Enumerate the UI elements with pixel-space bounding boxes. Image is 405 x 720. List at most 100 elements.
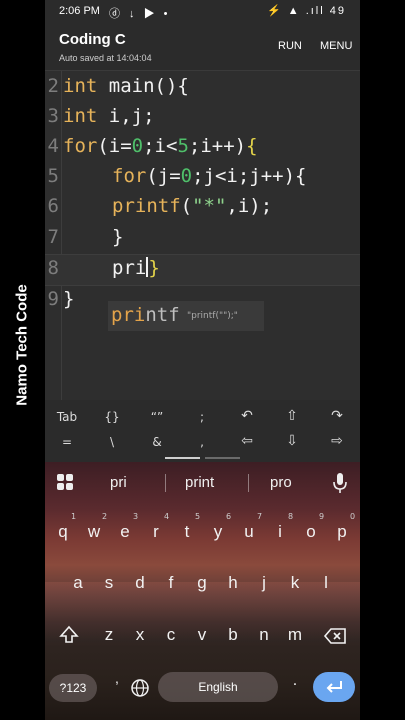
key-a[interactable]: a <box>64 573 92 593</box>
keyboard-suggestion[interactable]: print <box>185 474 214 491</box>
key-hint: 4 <box>164 512 170 521</box>
line-number: 4 <box>47 135 59 157</box>
arrow-left-icon[interactable]: ⇦ <box>227 433 267 449</box>
gutter-divider <box>61 71 62 401</box>
app-bar: Coding C Auto saved at 14:04:04 RUN MENU <box>45 24 360 70</box>
line-number: 2 <box>47 75 59 97</box>
key-hint: 9 <box>319 512 325 521</box>
braces-key[interactable]: {} <box>92 410 132 424</box>
code-line: } <box>63 288 75 310</box>
semicolon-key[interactable]: ; <box>182 410 222 424</box>
autosave-status: Auto saved at 14:04:04 <box>59 53 152 63</box>
key-w[interactable]: w <box>80 522 108 542</box>
enter-icon <box>326 681 342 693</box>
backspace-icon[interactable] <box>323 627 347 645</box>
key-hint: 5 <box>195 512 201 521</box>
microphone-icon[interactable] <box>333 472 347 494</box>
key-l[interactable]: l <box>312 573 340 593</box>
key-m[interactable]: m <box>281 625 309 645</box>
arrow-down-icon[interactable]: ⇩ <box>272 433 312 449</box>
period-key[interactable]: . <box>281 672 309 690</box>
line-number: 5 <box>47 165 59 187</box>
key-k[interactable]: k <box>281 573 309 593</box>
arrow-right-icon[interactable]: ⇨ <box>317 433 357 449</box>
key-t[interactable]: t <box>173 522 201 542</box>
equals-key[interactable]: = <box>47 435 87 449</box>
comma-key[interactable]: , <box>182 435 222 449</box>
scroll-indicator-track <box>205 457 240 459</box>
phone-screen: 2:06 PM ⓓ ↓ ▶ • ⚡ ▲ .ıll 49 Coding C Aut… <box>45 0 360 720</box>
status-time: 2:06 PM <box>59 5 100 17</box>
key-u[interactable]: u <box>235 522 263 542</box>
key-i[interactable]: i <box>266 522 294 542</box>
symbol-toolbar: Tab {} “” ; ↶ ⇧ ↷ = \ & , ⇦ ⇩ ⇨ <box>45 400 360 462</box>
run-button[interactable]: RUN <box>278 40 302 52</box>
key-s[interactable]: s <box>95 573 123 593</box>
autocomplete-suggestion[interactable]: printf "printf("");" <box>108 301 264 331</box>
code-line: printf("*",i); <box>112 195 273 217</box>
code-editor[interactable]: 2 3 4 5 6 7 8 9 int main(){ int i,j; for… <box>45 70 360 401</box>
watermark: Namo Tech Code <box>0 0 45 720</box>
ampersand-key[interactable]: & <box>137 435 177 449</box>
key-hint: 1 <box>71 512 77 521</box>
key-f[interactable]: f <box>157 573 185 593</box>
key-v[interactable]: v <box>188 625 216 645</box>
status-indicators: ⚡ ▲ .ıll 49 <box>267 5 346 17</box>
key-y[interactable]: y <box>204 522 232 542</box>
line-number: 3 <box>47 105 59 127</box>
code-line: for(i=0;i<5;i++){ <box>63 135 258 157</box>
suggestion-divider <box>165 474 166 492</box>
shift-icon[interactable] <box>59 625 79 645</box>
notification-icons: ⓓ ↓ ▶ • <box>109 8 171 20</box>
apps-grid-icon[interactable] <box>57 474 73 490</box>
line-number: 6 <box>47 195 59 217</box>
line-number: 8 <box>47 257 59 279</box>
scroll-indicator <box>165 457 200 459</box>
backslash-key[interactable]: \ <box>92 435 132 449</box>
numbers-key[interactable]: ?123 <box>49 674 97 702</box>
soft-keyboard: pri print pro q w e r t y u i o p 1 2 3 … <box>45 462 360 720</box>
key-hint: 3 <box>133 512 139 521</box>
watermark-text: Namo Tech Code <box>13 284 31 406</box>
code-line: } <box>112 226 124 248</box>
key-e[interactable]: e <box>111 522 139 542</box>
key-p[interactable]: p <box>328 522 356 542</box>
key-r[interactable]: r <box>142 522 170 542</box>
key-c[interactable]: c <box>157 625 185 645</box>
key-b[interactable]: b <box>219 625 247 645</box>
key-hint: 2 <box>102 512 108 521</box>
code-line: int main(){ <box>63 75 189 97</box>
status-bar: 2:06 PM ⓓ ↓ ▶ • ⚡ ▲ .ıll 49 <box>45 0 360 24</box>
key-q[interactable]: q <box>49 522 77 542</box>
suggestion-word: printf <box>111 304 180 326</box>
current-line-highlight <box>45 254 360 286</box>
code-line: for(j=0;j<i;j++){ <box>112 165 307 187</box>
keyboard-suggestion[interactable]: pro <box>270 474 292 491</box>
redo-icon[interactable]: ↷ <box>317 408 357 424</box>
key-hint: 6 <box>226 512 232 521</box>
space-bar[interactable]: English <box>158 672 278 702</box>
key-x[interactable]: x <box>126 625 154 645</box>
keyboard-suggestion[interactable]: pri <box>110 474 127 491</box>
key-n[interactable]: n <box>250 625 278 645</box>
key-hint: 8 <box>288 512 294 521</box>
key-hint: 7 <box>257 512 263 521</box>
key-o[interactable]: o <box>297 522 325 542</box>
arrow-up-icon[interactable]: ⇧ <box>272 408 312 424</box>
tab-key[interactable]: Tab <box>47 410 87 424</box>
app-title: Coding C <box>59 31 126 48</box>
key-g[interactable]: g <box>188 573 216 593</box>
key-h[interactable]: h <box>219 573 247 593</box>
key-j[interactable]: j <box>250 573 278 593</box>
suggestion-divider <box>248 474 249 492</box>
keyboard-suggestion-bar: pri print pro <box>45 462 360 504</box>
quotes-key[interactable]: “” <box>137 410 177 424</box>
comma-key[interactable]: , <box>103 670 131 686</box>
key-d[interactable]: d <box>126 573 154 593</box>
code-line: int i,j; <box>63 105 155 127</box>
menu-button[interactable]: MENU <box>320 40 352 52</box>
key-z[interactable]: z <box>95 625 123 645</box>
enter-button[interactable] <box>313 672 355 702</box>
globe-icon[interactable] <box>130 678 150 698</box>
undo-icon[interactable]: ↶ <box>227 408 267 424</box>
